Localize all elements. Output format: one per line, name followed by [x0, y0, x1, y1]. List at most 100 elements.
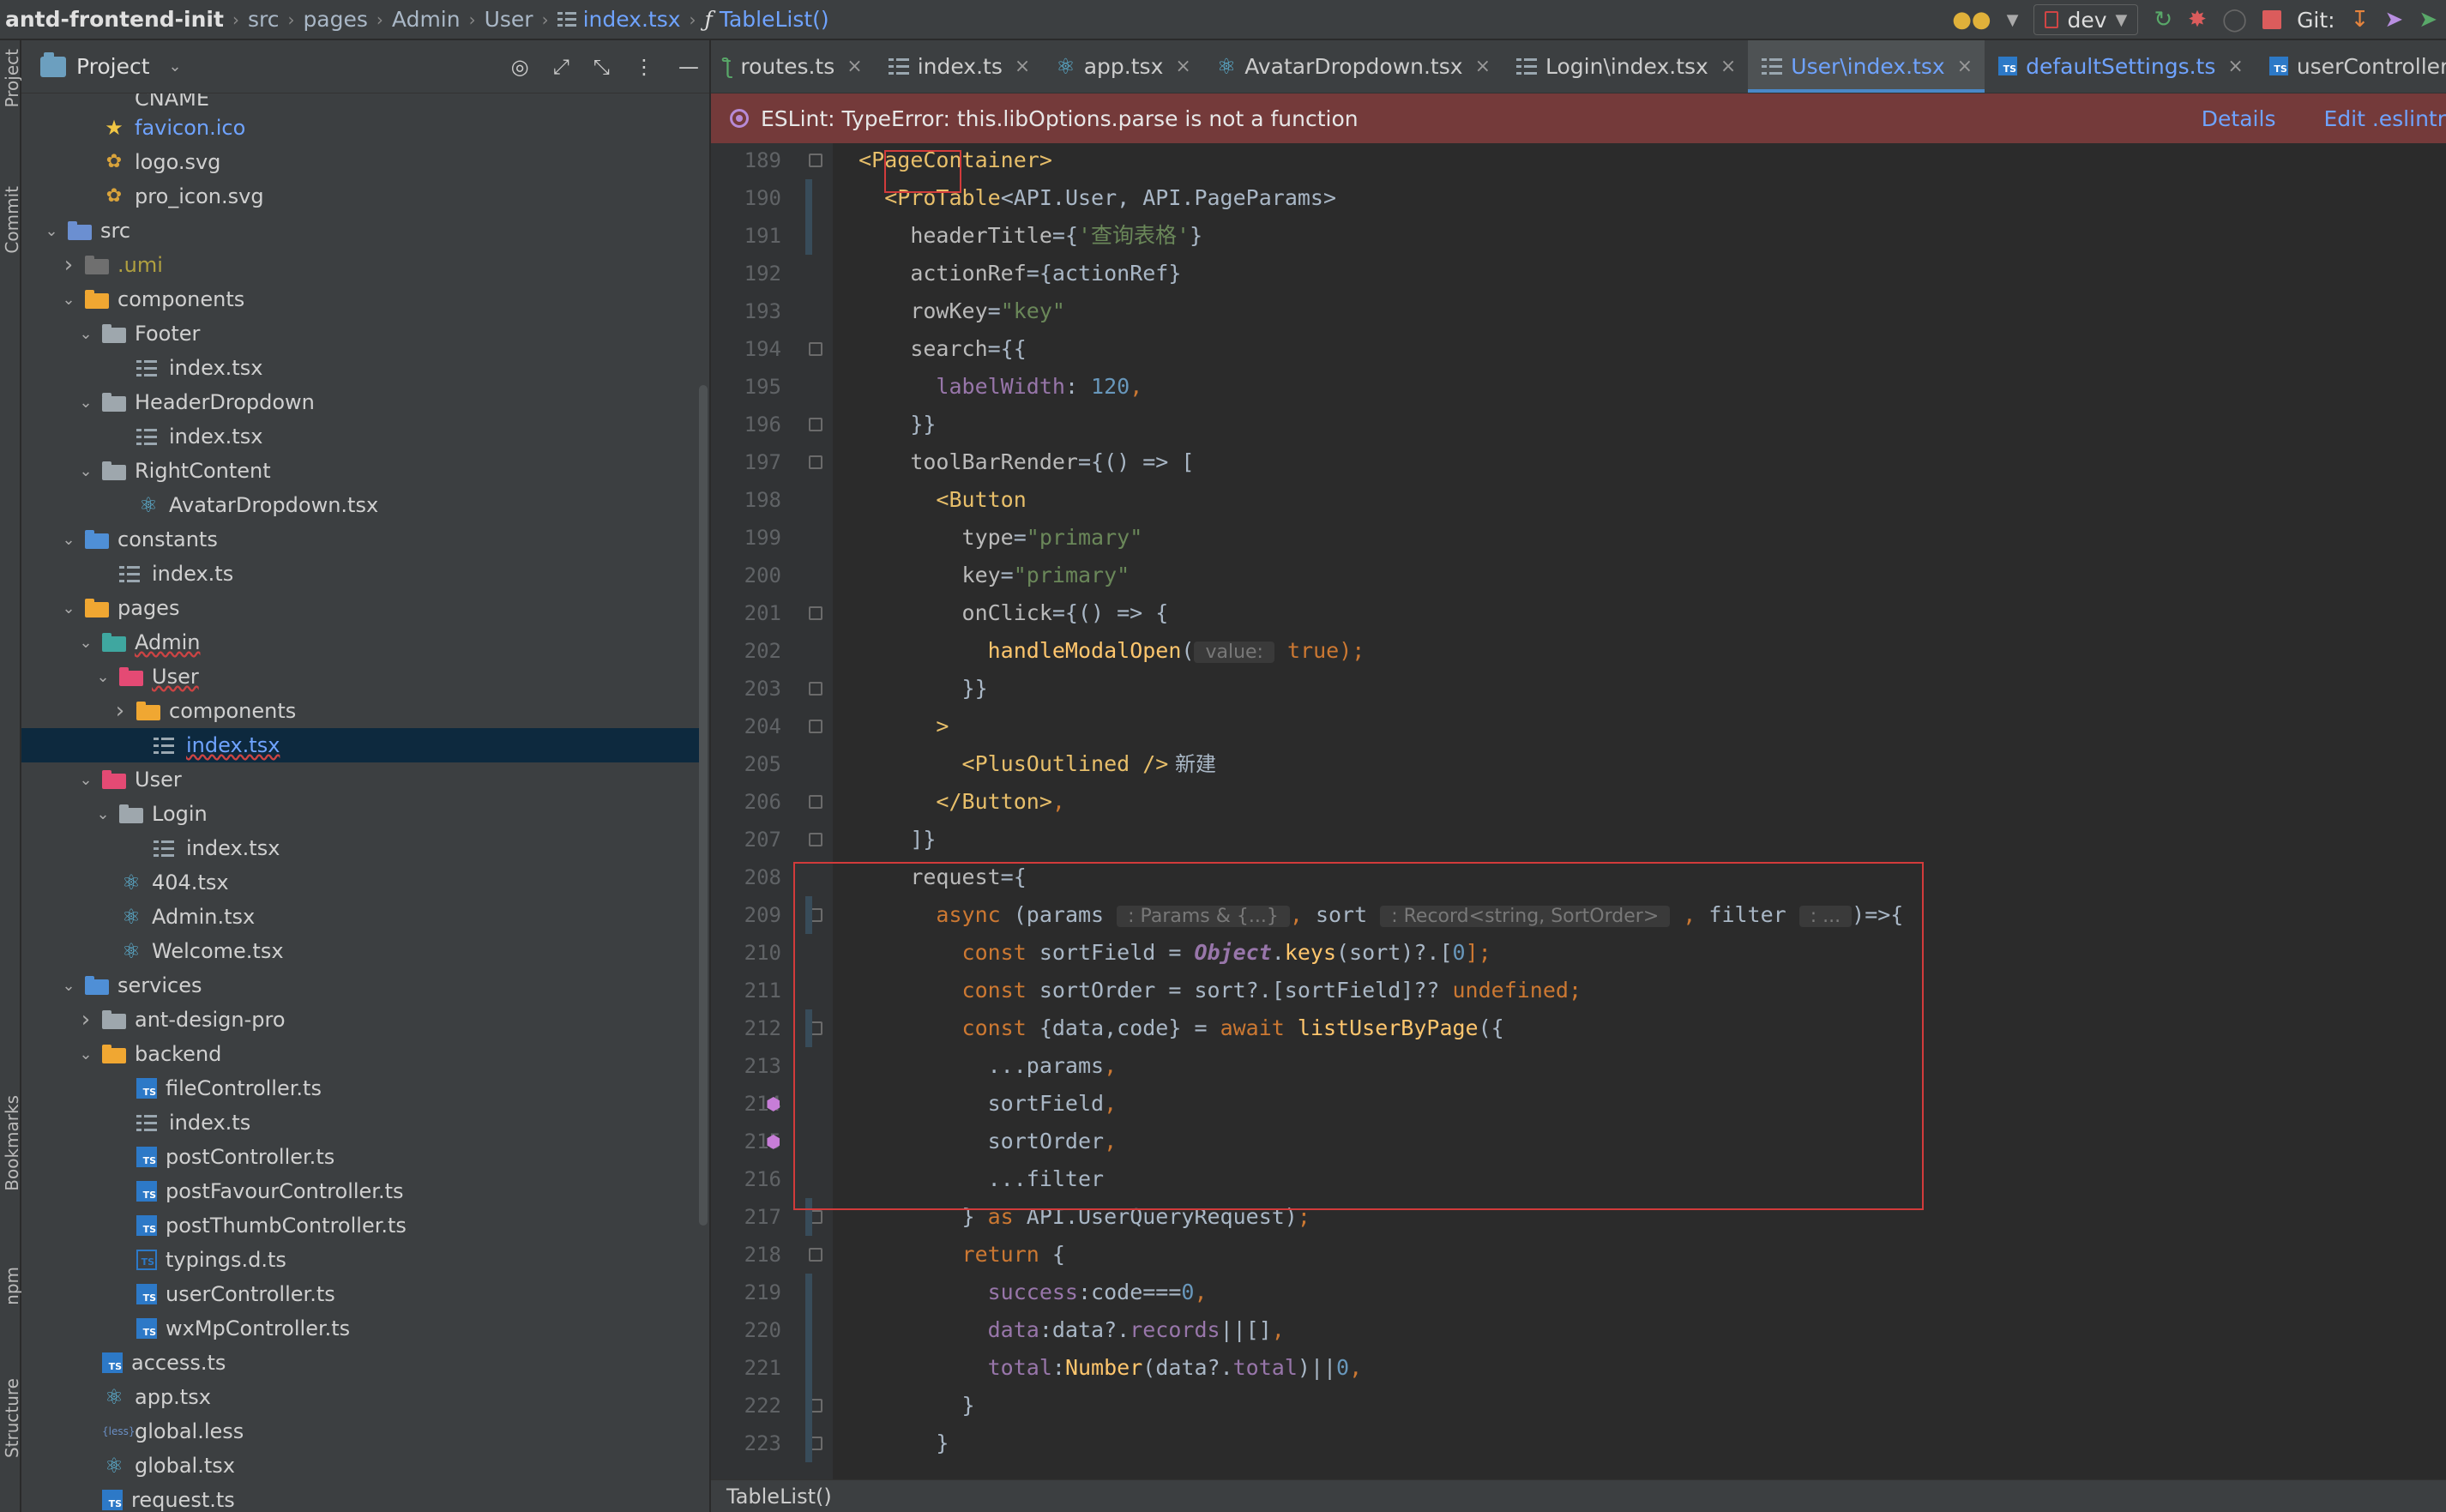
code-line[interactable]: labelWidth: 120, [833, 368, 1142, 406]
line-number[interactable]: 218 [713, 1236, 781, 1274]
fold-marker-icon[interactable] [809, 682, 822, 696]
tree-item[interactable]: ⌄ constants [21, 522, 699, 557]
collapse-all-icon[interactable]: ⤡ [593, 55, 610, 79]
git-commit-icon[interactable]: ➤ [2419, 7, 2437, 33]
chevron-icon[interactable]: ⌄ [61, 531, 76, 549]
coverage-icon[interactable]: ◯ [2222, 7, 2247, 33]
tree-item[interactable]: TS postThumbController.ts [21, 1208, 699, 1243]
locate-icon[interactable]: ◎ [511, 55, 529, 79]
chevron-icon[interactable]: ⌄ [78, 394, 93, 412]
tree-item[interactable]: {less} global.less [21, 1414, 699, 1449]
chevron-icon[interactable]: › [61, 252, 76, 278]
tree-item[interactable]: ⌄ Admin [21, 625, 699, 660]
chevron-icon[interactable]: ⌄ [78, 634, 93, 652]
hide-panel-icon[interactable]: — [678, 55, 699, 79]
code-line[interactable]: toolBarRender={() => [ [833, 443, 1194, 481]
line-number[interactable]: 191 [713, 217, 781, 255]
line-number-gutter[interactable]: 189 190 191 192 193 194 195 196 197 198 199 200 201 2… [711, 143, 807, 1479]
line-number[interactable]: 193 [713, 292, 781, 330]
git-push-icon[interactable]: ➤ [2384, 7, 2403, 33]
line-number[interactable]: 194 [713, 330, 781, 368]
breadcrumb-item[interactable]: index.tsx [583, 7, 681, 32]
tree-item[interactable]: › .umi [21, 248, 699, 282]
chevron-icon[interactable]: ⌄ [44, 222, 59, 240]
line-number[interactable]: 213 [713, 1047, 781, 1085]
line-number[interactable]: 192 [713, 255, 781, 292]
fold-marker-icon[interactable] [809, 833, 822, 846]
line-number[interactable]: 208 [713, 858, 781, 896]
code-line[interactable]: handleModalOpen( value: true); [833, 632, 1365, 670]
close-icon[interactable]: × [1720, 56, 1736, 77]
editor-tab[interactable]: Login\index.tsx × [1503, 40, 1748, 93]
tree-item[interactable]: ⌄ src [21, 214, 699, 248]
tree-item[interactable]: ⚛ 404.tsx [21, 865, 699, 900]
edit-eslint-link[interactable]: Edit .eslintr [2323, 106, 2446, 131]
chevron-icon[interactable]: ⌄ [78, 325, 93, 343]
breadcrumb-item[interactable]: src [248, 7, 280, 32]
code-line[interactable]: data:data?.records||[], [833, 1311, 1285, 1349]
code-line[interactable]: search={{ [833, 330, 1026, 368]
structure-tool-button[interactable]: Structure [2, 1378, 22, 1458]
code-line[interactable]: } [833, 1425, 949, 1462]
tree-item[interactable]: TS userController.ts [21, 1277, 699, 1311]
line-number[interactable]: 189 [713, 142, 781, 179]
tree-item[interactable]: ⌄ components [21, 282, 699, 316]
chevron-icon[interactable]: ⌄ [95, 805, 111, 823]
chevron-icon[interactable]: › [78, 1007, 93, 1033]
project-scrollbar[interactable] [697, 93, 709, 1512]
close-icon[interactable]: × [1957, 56, 1973, 77]
fold-marker-icon[interactable] [809, 795, 822, 809]
implementation-icon[interactable]: ⬢ [766, 1131, 780, 1152]
tree-item[interactable]: ✿ pro_icon.svg [21, 179, 699, 214]
code-line[interactable]: ]} [833, 821, 936, 858]
tree-item[interactable]: TS fileController.ts [21, 1071, 699, 1105]
editor-tab[interactable]: ⚛ app.tsx × [1042, 40, 1203, 93]
line-number[interactable]: 196 [713, 406, 781, 443]
details-link[interactable]: Details [2202, 106, 2276, 131]
tree-item[interactable]: index.tsx [21, 419, 699, 454]
fold-marker-icon[interactable] [809, 455, 822, 469]
line-number[interactable]: 217 [713, 1198, 781, 1236]
chevron-icon[interactable]: ⌄ [61, 977, 76, 995]
tree-item[interactable]: index.tsx [21, 351, 699, 385]
fold-marker-icon[interactable] [809, 154, 822, 167]
code-line[interactable]: rowKey="key" [833, 292, 1065, 330]
tree-item[interactable]: CNAME [21, 93, 699, 111]
tree-item[interactable]: ⌄ User [21, 762, 699, 797]
line-number[interactable]: 212 [713, 1009, 781, 1047]
tree-item[interactable]: TS postFavourController.ts [21, 1174, 699, 1208]
tree-item[interactable]: ⚛ global.tsx [21, 1449, 699, 1483]
line-number[interactable]: 219 [713, 1274, 781, 1311]
breadcrumb-item[interactable]: Admin [392, 7, 461, 32]
code-line[interactable]: headerTitle={'查询表格'} [833, 217, 1202, 255]
close-icon[interactable]: × [1475, 56, 1491, 77]
code-line[interactable]: actionRef={actionRef} [833, 255, 1181, 292]
breadcrumb-item[interactable]: User [485, 7, 533, 32]
chevron-down-icon[interactable]: ▼ [2007, 11, 2019, 29]
fold-gutter[interactable] [805, 143, 833, 1479]
chevron-icon[interactable]: › [112, 698, 128, 724]
code-line[interactable]: onClick={() => { [833, 594, 1169, 632]
fold-marker-icon[interactable] [809, 720, 822, 733]
tree-item[interactable]: TS access.ts [21, 1346, 699, 1380]
tree-item[interactable]: ⌄ RightContent [21, 454, 699, 488]
editor-tab[interactable]: TS defaultSettings.ts × [1985, 40, 2256, 93]
line-number[interactable]: 203 [713, 670, 781, 708]
chevron-icon[interactable]: ⌄ [78, 1045, 93, 1063]
close-icon[interactable]: × [1175, 56, 1190, 77]
line-number[interactable]: 202 [713, 632, 781, 670]
tree-item[interactable]: TS postController.ts [21, 1140, 699, 1174]
close-icon[interactable]: × [2227, 56, 2243, 77]
line-number[interactable]: 197 [713, 443, 781, 481]
line-number[interactable]: 210 [713, 934, 781, 972]
editor-tab[interactable]: ⚛ AvatarDropdown.tsx × [1203, 40, 1503, 93]
chevron-icon[interactable]: ⌄ [61, 599, 76, 617]
tree-item[interactable]: ⌄ services [21, 968, 699, 1003]
line-number[interactable]: 209 [713, 896, 781, 934]
code-line[interactable]: }} [833, 670, 988, 708]
scrollbar-thumb[interactable] [699, 385, 708, 1226]
chevron-icon[interactable]: ⌄ [95, 668, 111, 686]
code-line[interactable]: type="primary" [833, 519, 1143, 557]
user-icon[interactable]: ●● [1952, 7, 1991, 33]
code-line[interactable]: success:code===0, [833, 1274, 1208, 1311]
